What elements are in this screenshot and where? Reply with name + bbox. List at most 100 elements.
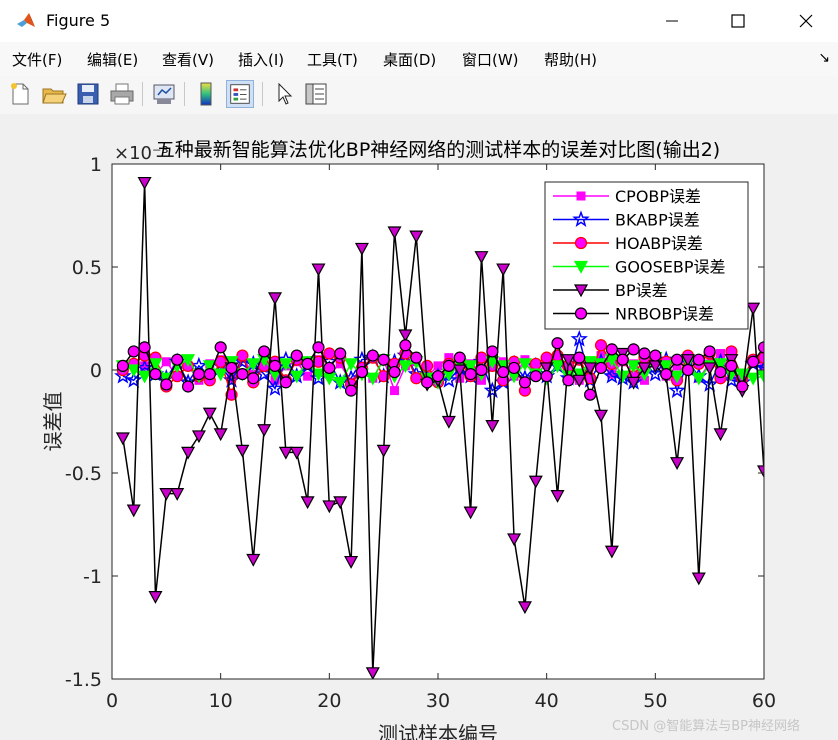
insert-colorbar-button[interactable] [192,80,220,108]
series-nrbobp-point [747,355,760,368]
menu-bar: 文件(F) 编辑(E) 查看(V) 插入(I) 工具(T) 桌面(D) 窗口(W… [0,42,838,76]
series-nrbobp-point [203,368,216,381]
y-tick-label: 0 [90,360,102,382]
save-button[interactable] [74,80,102,108]
series-nrbobp-point [116,359,129,372]
x-tick-label: 60 [752,690,776,712]
x-tick-label: 20 [317,690,341,712]
series-nrbobp-point [192,368,206,381]
new-figure-icon [11,83,29,105]
print-button[interactable] [108,80,136,108]
menu-file[interactable]: 文件(F) [12,49,62,70]
maximize-icon [731,14,745,28]
minimize-icon [666,20,678,22]
close-icon [799,14,813,28]
menu-help[interactable]: 帮助(H) [544,49,597,70]
window-titlebar: Figure 5 [0,0,838,42]
series-nrbobp-point [149,368,162,381]
series-nrbobp-point [181,380,195,393]
legend-entry: BP误差 [615,281,668,300]
series-nrbobp-point [258,345,271,358]
series-nrbobp-point [551,337,564,350]
series-nrbobp-point [562,374,575,387]
series-nrbobp-point [301,357,314,370]
pointer-icon [278,82,293,105]
legend-entry: CPOBP误差 [615,187,701,206]
series-nrbobp-point [649,349,662,362]
series-nrbobp-point [279,376,292,389]
series-nrbobp-point [703,345,716,358]
series-nrbobp-point [431,370,445,383]
matlab-logo-icon [17,13,35,27]
series-nrbobp-point [334,347,347,360]
menu-edit[interactable]: 编辑(E) [87,49,138,70]
legend-entry: GOOSEBP误差 [615,258,725,277]
series-hoabp-point [594,339,608,352]
series-nrbobp-point [323,361,336,375]
series-nrbobp-point [681,363,695,377]
series-nrbobp-point [268,359,282,372]
menu-desktop[interactable]: 桌面(D) [383,49,436,70]
minimize-button[interactable] [642,0,702,42]
series-nrbobp-point [518,376,532,389]
series-nrbobp-point [594,361,608,375]
y-tick-label: -1 [83,566,102,588]
series-nrbobp-point [377,353,390,366]
series-hoabp-point [529,357,542,370]
legend-swatch-marker [576,191,586,201]
series-nrbobp-point [507,361,521,375]
legend-swatch-marker [574,236,588,250]
maximize-button[interactable] [708,0,768,42]
series-nrbobp-point [584,388,597,401]
close-button[interactable] [776,0,836,42]
y-axis-label: 误差值 [41,392,65,452]
y-tick-label: -0.5 [65,463,102,485]
watermark: CSDN @智能算法与BP神经网络 [612,719,800,734]
series-nrbobp-point [388,365,401,379]
legend-icon [230,84,250,104]
x-axis-label: 测试样本编号 [378,722,498,740]
series-hoabp-point [236,349,249,362]
series-nrbobp-point [529,370,542,383]
link-plot-button[interactable] [150,80,178,108]
dock-arrow-icon[interactable]: ↘ [818,50,830,66]
series-nrbobp-point [692,353,705,366]
series-nrbobp-point [236,368,249,381]
x-tick-label: 30 [426,690,450,712]
series-nrbobp-point [442,359,455,372]
series-nrbobp-point [160,378,173,391]
legend-entry: NRBOBP误差 [615,305,714,324]
new-figure-button[interactable] [6,80,34,108]
series-nrbobp-point [366,349,379,362]
series-nrbobp-point [714,365,727,379]
property-inspector-button[interactable] [302,80,330,108]
series-nrbobp-point [421,376,434,389]
x-tick-label: 50 [643,690,667,712]
property-inspector-icon [305,83,327,105]
toolbar-separator [142,82,143,106]
print-icon [110,83,134,105]
series-nrbobp-point [344,384,358,397]
series-nrbobp-point [475,363,488,377]
window-title: Figure 5 [46,11,111,30]
menu-view[interactable]: 查看(V) [162,49,214,70]
series-nrbobp-point [138,341,151,354]
series-nrbobp-point [464,368,477,381]
series-nrbobp-point [605,343,618,356]
series-nrbobp-point [486,345,499,358]
menu-insert[interactable]: 插入(I) [238,49,284,70]
series-nrbobp-point [453,351,466,364]
series-hoabp-point [540,351,553,364]
series-nrbobp-point [540,370,553,383]
series-hoabp-point [410,372,423,385]
series-nrbobp-point [660,368,673,381]
menu-tools[interactable]: 工具(T) [307,49,358,70]
menu-window[interactable]: 窗口(W) [462,49,519,70]
series-nrbobp-point [670,353,684,366]
open-file-button[interactable] [40,80,68,108]
x-tick-label: 40 [535,690,559,712]
legend-entry: HOABP误差 [615,234,703,253]
edit-plot-button[interactable] [270,80,298,108]
y-tick-label: -1.5 [65,669,102,691]
insert-legend-button[interactable] [226,80,254,108]
